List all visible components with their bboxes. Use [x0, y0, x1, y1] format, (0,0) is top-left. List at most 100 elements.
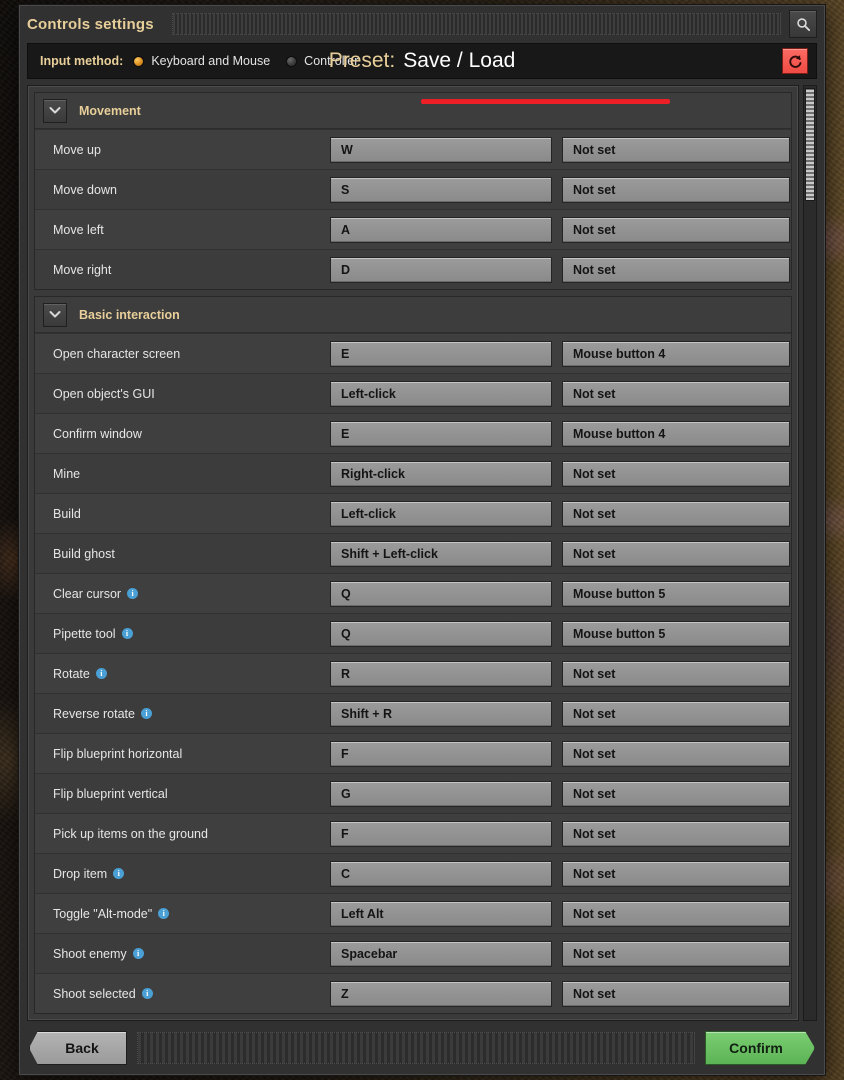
keybinding-label: Open object's GUI — [35, 387, 330, 401]
scrollbar-thumb[interactable] — [805, 88, 815, 201]
secondary-binding-button[interactable]: Not set — [562, 740, 790, 767]
keybinding-row: Flip blueprint vertical G Not set — [35, 773, 791, 813]
primary-binding-button[interactable]: Z — [330, 980, 552, 1007]
keybinding-row: Move up W Not set — [35, 129, 791, 169]
primary-binding-button[interactable]: W — [330, 136, 552, 163]
secondary-binding-button[interactable]: Not set — [562, 860, 790, 887]
primary-binding-button[interactable]: F — [330, 740, 552, 767]
secondary-binding-button[interactable]: Not set — [562, 700, 790, 727]
window-drag-handle[interactable] — [171, 13, 781, 35]
keybinding-label-text: Move left — [53, 222, 104, 237]
window-footer: Back Confirm — [19, 1021, 825, 1075]
secondary-binding-button[interactable]: Not set — [562, 380, 790, 407]
settings-section: Movement Move up W Not set Move down S Not set… — [34, 92, 792, 290]
keybinding-label-text: Open character screen — [53, 346, 181, 361]
secondary-binding-button[interactable]: Not set — [562, 940, 790, 967]
keybinding-row: Build ghost Shift + Left-click Not set — [35, 533, 791, 573]
section-collapse-button[interactable] — [43, 98, 67, 123]
info-icon[interactable]: i — [121, 628, 133, 639]
info-icon[interactable]: i — [140, 708, 152, 719]
primary-binding-button[interactable]: Shift + R — [330, 700, 552, 727]
keybinding-label: Pipette tool i — [35, 627, 330, 641]
primary-binding-button[interactable]: Left-click — [330, 380, 552, 407]
secondary-binding-button[interactable]: Not set — [562, 460, 790, 487]
secondary-binding-button[interactable]: Not set — [562, 216, 790, 243]
info-icon[interactable]: i — [141, 988, 153, 999]
keybinding-row: Move left A Not set — [35, 209, 791, 249]
primary-binding-button[interactable]: R — [330, 660, 552, 687]
primary-binding-button[interactable]: E — [330, 340, 552, 367]
keybinding-label: Rotate i — [35, 667, 330, 681]
primary-binding-button[interactable]: E — [330, 420, 552, 447]
primary-binding-button[interactable]: C — [330, 860, 552, 887]
keybinding-label-text: Shoot enemy — [53, 946, 127, 961]
vertical-scrollbar[interactable] — [803, 85, 817, 1021]
info-icon[interactable]: i — [132, 948, 144, 959]
secondary-binding-button[interactable]: Not set — [562, 780, 790, 807]
section-title: Movement — [79, 103, 141, 118]
keybinding-label-text: Toggle "Alt-mode" — [53, 906, 153, 921]
secondary-binding-button[interactable]: Not set — [562, 900, 790, 927]
secondary-binding-button[interactable]: Not set — [562, 500, 790, 527]
primary-binding-button[interactable]: Left-click — [330, 500, 552, 527]
secondary-binding-button[interactable]: Mouse button 4 — [562, 340, 790, 367]
info-icon[interactable]: i — [127, 588, 139, 599]
secondary-binding-button[interactable]: Not set — [562, 256, 790, 283]
primary-binding-button[interactable]: Shift + Left-click — [330, 540, 552, 567]
info-icon[interactable]: i — [113, 868, 125, 879]
keybinding-row: Move right D Not set — [35, 249, 791, 289]
secondary-binding-button[interactable]: Mouse button 5 — [562, 580, 790, 607]
back-button[interactable]: Back — [29, 1031, 127, 1065]
keybinding-label: Drop item i — [35, 867, 330, 881]
primary-binding-button[interactable]: F — [330, 820, 552, 847]
keybinding-label: Toggle "Alt-mode" i — [35, 907, 330, 921]
secondary-binding-button[interactable]: Not set — [562, 136, 790, 163]
reset-to-default-button[interactable] — [782, 48, 808, 74]
primary-binding-button[interactable]: S — [330, 176, 552, 203]
search-icon-button[interactable] — [789, 10, 817, 38]
keybinding-label: Reverse rotate i — [35, 707, 330, 721]
keybinding-label: Confirm window — [35, 427, 330, 441]
preset-save-load-button[interactable]: Save / Load — [403, 49, 515, 73]
keybinding-row: Rotate i R Not set — [35, 653, 791, 693]
secondary-binding-button[interactable]: Not set — [562, 820, 790, 847]
section-header: Movement — [35, 93, 791, 129]
confirm-button[interactable]: Confirm — [705, 1031, 815, 1065]
keybinding-label: Shoot enemy i — [35, 947, 330, 961]
section-title: Basic interaction — [79, 307, 180, 322]
keybinding-row: Shoot selected i Z Not set — [35, 973, 791, 1013]
secondary-binding-button[interactable]: Not set — [562, 660, 790, 687]
input-method-label: Input method: — [40, 54, 124, 68]
secondary-binding-button[interactable]: Not set — [562, 176, 790, 203]
primary-binding-button[interactable]: Spacebar — [330, 940, 552, 967]
keybinding-label: Pick up items on the ground — [35, 827, 330, 841]
keybinding-label: Move left — [35, 223, 330, 237]
primary-binding-button[interactable]: D — [330, 256, 552, 283]
keybinding-label: Shoot selected i — [35, 987, 330, 1001]
primary-binding-button[interactable]: A — [330, 216, 552, 243]
keybinding-row: Flip blueprint horizontal F Not set — [35, 733, 791, 773]
secondary-binding-button[interactable]: Mouse button 5 — [562, 620, 790, 647]
info-icon[interactable]: i — [95, 668, 107, 679]
keybinding-label-text: Open object's GUI — [53, 386, 155, 401]
primary-binding-button[interactable]: Q — [330, 620, 552, 647]
red-annotation-underline — [421, 99, 670, 104]
primary-binding-button[interactable]: Left Alt — [330, 900, 552, 927]
keybinding-label-text: Build — [53, 506, 81, 521]
keybinding-row: Clear cursor i Q Mouse button 5 — [35, 573, 791, 613]
section-header: Basic interaction — [35, 297, 791, 333]
keybinding-row: Reverse rotate i Shift + R Not set — [35, 693, 791, 733]
radio-dot-selected-icon — [133, 55, 145, 67]
primary-binding-button[interactable]: G — [330, 780, 552, 807]
primary-binding-button[interactable]: Q — [330, 580, 552, 607]
radio-keyboard-and-mouse[interactable]: Keyboard and Mouse — [133, 54, 270, 68]
window-title-bar: Controls settings — [19, 5, 825, 43]
primary-binding-button[interactable]: Right-click — [330, 460, 552, 487]
keybinding-label-text: Reverse rotate — [53, 706, 135, 721]
secondary-binding-button[interactable]: Mouse button 4 — [562, 420, 790, 447]
info-icon[interactable]: i — [158, 908, 170, 919]
section-collapse-button[interactable] — [43, 302, 67, 327]
secondary-binding-button[interactable]: Not set — [562, 980, 790, 1007]
keybinding-label-text: Pick up items on the ground — [53, 826, 208, 841]
secondary-binding-button[interactable]: Not set — [562, 540, 790, 567]
